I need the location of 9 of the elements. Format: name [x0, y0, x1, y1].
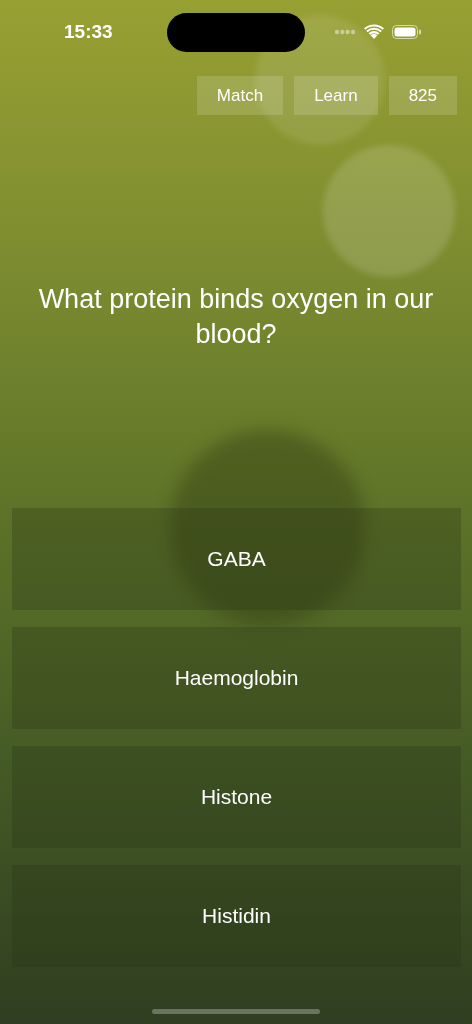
answer-button[interactable]: Histone: [12, 746, 461, 848]
battery-icon: [392, 24, 422, 39]
signal-icon: [334, 28, 356, 35]
answer-button[interactable]: Haemoglobin: [12, 627, 461, 729]
question-text: What protein binds oxygen in our blood?: [37, 283, 435, 351]
wifi-icon: [364, 24, 384, 39]
answer-button[interactable]: Histidin: [12, 865, 461, 967]
answer-button[interactable]: GABA: [12, 508, 461, 610]
status-time: 15:33: [64, 21, 113, 43]
